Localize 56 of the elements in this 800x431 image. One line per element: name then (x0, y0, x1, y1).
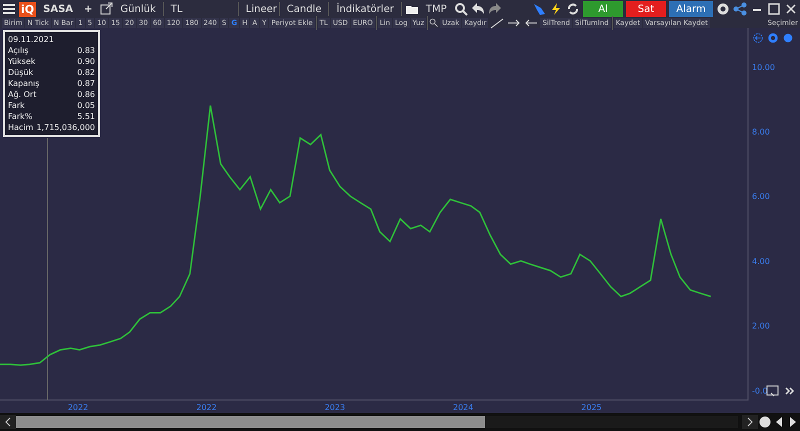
info-label: Fark% (8, 111, 32, 122)
info-value: 0.87 (77, 78, 95, 89)
info-value: 0.83 (77, 45, 95, 56)
info-label: Açılış (8, 45, 29, 56)
alarm-button[interactable]: Alarm (669, 1, 713, 17)
axis-label: 6.00 (752, 192, 770, 202)
axis-label: 8.00 (752, 128, 770, 137)
info-label: Kapanış (8, 78, 40, 89)
year-label: 2022 (68, 403, 88, 412)
chevron-left-icon (4, 417, 12, 427)
chart-type-dropdown[interactable]: Candle (282, 4, 326, 14)
info-value: 5.51 (77, 111, 95, 122)
year-label: 2024 (453, 403, 474, 412)
external-link-icon[interactable] (99, 2, 114, 16)
info-value: 0.86 (77, 89, 95, 100)
scale-dropdown[interactable]: Lineer (242, 4, 276, 14)
info-value: 0.90 (77, 56, 95, 67)
currency-dropdown[interactable]: TL (166, 4, 235, 14)
info-label: Fark (8, 100, 25, 111)
info-value: 1,715,036,000 (36, 122, 95, 133)
info-label: Düşük (8, 67, 34, 78)
share-icon[interactable] (733, 2, 747, 16)
maximize-icon[interactable] (767, 2, 781, 16)
year-label: 2022 (196, 403, 217, 412)
close-icon[interactable] (784, 2, 798, 16)
axis-label: 2.00 (752, 322, 770, 331)
app-logo: iQ (19, 2, 36, 16)
scroll-right-button[interactable] (742, 415, 758, 429)
buy-button[interactable]: Al (583, 1, 623, 17)
scrollbar-thumb[interactable] (16, 416, 486, 428)
info-label: Yüksek (8, 56, 36, 67)
redo-icon[interactable] (488, 2, 502, 16)
back-icon[interactable] (752, 31, 764, 45)
info-value: 0.05 (77, 100, 95, 111)
info-label: Ağ. Ort (8, 89, 36, 100)
info-label: Hacim (8, 122, 34, 133)
sell-button[interactable]: Sat (626, 1, 666, 17)
chevron-right-icon (746, 417, 754, 427)
menu-icon[interactable] (2, 2, 16, 16)
period-dropdown[interactable]: Günlük (116, 4, 160, 14)
lightning-icon[interactable] (549, 2, 563, 16)
add-symbol-button[interactable]: + (80, 4, 96, 14)
info-value: 0.82 (77, 67, 95, 78)
scroll-left-button[interactable] (0, 415, 16, 429)
zoom-icon[interactable] (429, 16, 440, 30)
info-date: 09.11.2021 (8, 34, 55, 45)
trend-line-icon[interactable] (489, 16, 506, 30)
template-button[interactable]: TMP (422, 4, 451, 14)
axis-label: 10.00 (752, 62, 775, 72)
undo-icon[interactable] (470, 2, 485, 16)
search-icon[interactable] (454, 2, 468, 16)
year-label: 2023 (324, 403, 346, 412)
axis-label: 4.00 (752, 256, 770, 266)
year-label: 2025 (581, 403, 602, 412)
symbol-label[interactable]: SASA (39, 4, 78, 14)
indicators-menu[interactable]: İndikatörler (332, 4, 398, 14)
